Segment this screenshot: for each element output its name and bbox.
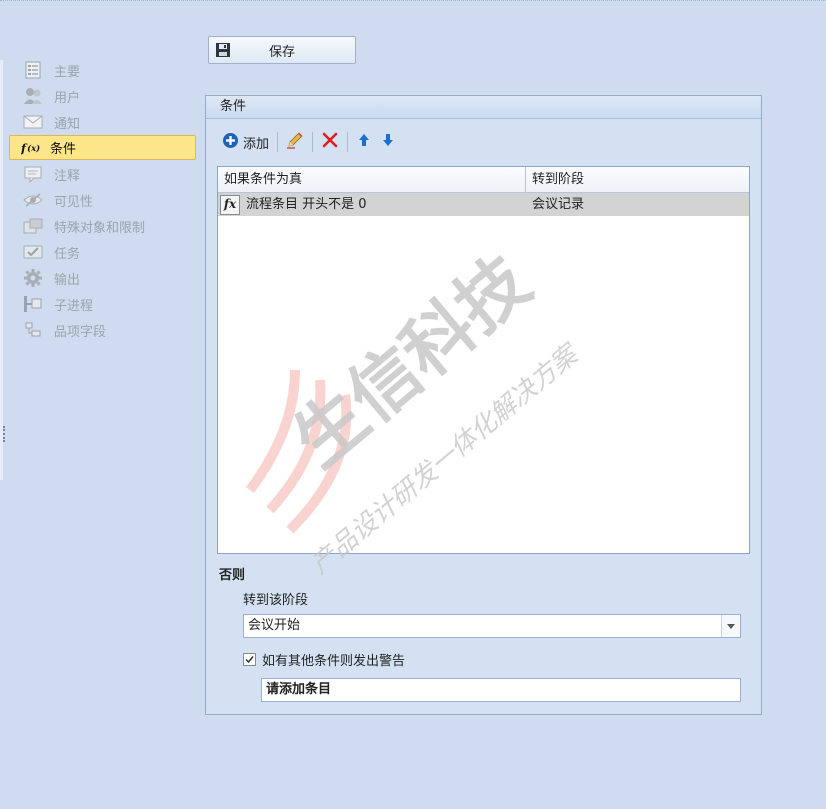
delete-condition-button[interactable] [317,130,343,154]
sidebar-item-item-fields[interactable]: 品项字段 [9,317,196,343]
sidebar-item-label: 特殊对象和限制 [54,220,146,236]
panel-title: 条件 [206,96,761,119]
sidebar-item-label: 通知 [54,116,81,132]
warn-checkbox-label: 如有其他条件则发出警告 [262,654,406,669]
sidebar-item-label: 主要 [54,64,81,80]
move-up-button[interactable] [352,130,376,154]
sidebar-item-label: 条件 [50,142,77,157]
task-icon [23,242,43,262]
subprocess-icon [23,294,43,314]
pencil-icon [286,131,304,153]
stage-select-value: 会议开始 [248,618,301,633]
stage-select[interactable]: 会议开始 [243,614,741,638]
sidebar-item-tasks[interactable]: 任务 [9,239,196,265]
column-header-stage[interactable]: 转到阶段 [526,167,749,192]
conditions-panel: 条件 添加 如果条件为真 转到阶段 fx 流程条目 开头不是 0 会议记录 否则… [205,95,762,715]
edit-condition-button[interactable] [282,130,308,154]
list-icon [23,60,43,80]
sidebar-item-label: 用户 [54,90,81,106]
sidebar-item-conditions[interactable]: f (x) 条件 [9,135,196,160]
toolbar-separator [312,132,314,152]
sidebar-item-comments[interactable]: 注释 [9,161,196,187]
function-icon: f (x) [21,138,41,158]
goto-stage-label: 转到该阶段 [243,593,309,608]
sidebar-nav: 主要 用户 通知 f (x) 条件 注释 可见性 特殊对象和限制 任务 输出 子… [9,57,196,343]
sidebar-item-special-objects[interactable]: 特殊对象和限制 [9,213,196,239]
arrow-down-icon [380,132,396,152]
sidebar-item-label: 可见性 [54,194,94,210]
sidebar-item-visibility[interactable]: 可见性 [9,187,196,213]
column-header-condition[interactable]: 如果条件为真 [218,167,526,192]
conditions-toolbar: 添加 [218,130,400,154]
warning-message-input[interactable]: 请添加条目 [261,678,741,702]
eye-icon [23,190,43,210]
save-button[interactable]: 保存 [208,36,356,64]
sidebar-item-label: 注释 [54,168,81,184]
table-header: 如果条件为真 转到阶段 [218,167,749,193]
sidebar-item-label: 输出 [54,272,81,288]
add-condition-button[interactable]: 添加 [218,130,273,154]
sidebar-item-subprocess[interactable]: 子进程 [9,291,196,317]
comment-icon [23,164,43,184]
plus-circle-icon [222,132,239,153]
stage-cell: 会议记录 [532,197,585,212]
arrow-up-icon [356,132,372,152]
warn-checkbox[interactable] [243,653,256,666]
warn-checkbox-row[interactable]: 如有其他条件则发出警告 [243,650,405,669]
chevron-down-icon[interactable] [721,615,740,637]
svg-text:(x): (x) [27,143,40,153]
sidebar-item-label: 子进程 [54,298,94,314]
users-icon [23,86,43,106]
sidebar-item-label: 任务 [54,246,81,262]
save-button-label: 保存 [268,44,295,60]
envelope-icon [23,112,43,132]
sidebar-item-main[interactable]: 主要 [9,57,196,83]
save-disk-icon [215,42,231,58]
top-border [0,0,826,3]
function-icon: fx [220,194,240,215]
move-down-button[interactable] [376,130,400,154]
gear-icon [23,268,43,288]
sidebar-item-label: 品项字段 [54,324,107,340]
sidebar-item-users[interactable]: 用户 [9,83,196,109]
objects-icon [23,216,43,236]
table-row[interactable]: fx 流程条目 开头不是 0 会议记录 [218,193,749,216]
left-splitter [0,60,3,480]
else-heading: 否则 [219,568,246,583]
toolbar-separator [347,132,349,152]
sidebar-item-output[interactable]: 输出 [9,265,196,291]
condition-text: 流程条目 开头不是 0 [246,197,367,212]
splitter-grip[interactable] [3,426,9,442]
sidebar-item-notify[interactable]: 通知 [9,109,196,135]
fields-icon [23,320,43,340]
condition-cell: fx 流程条目 开头不是 0 [218,193,526,216]
conditions-table: 如果条件为真 转到阶段 fx 流程条目 开头不是 0 会议记录 [217,166,750,554]
add-label: 添加 [243,136,270,152]
toolbar-separator [277,132,279,152]
delete-x-icon [321,131,339,153]
